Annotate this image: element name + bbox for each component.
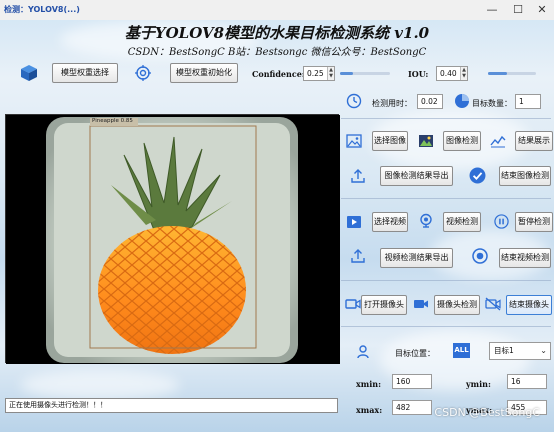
maximize-button[interactable]: ☐ <box>508 2 528 17</box>
camera-frame-image <box>6 115 340 364</box>
video-file-icon <box>347 216 361 228</box>
video-detect-icon <box>420 213 432 228</box>
model-cube-icon <box>21 65 37 81</box>
window-title: 检测：YOLOV8(...) <box>4 5 80 14</box>
iou-value: 0.40 <box>440 69 457 78</box>
select-video-button[interactable]: 选择视频 <box>372 212 408 232</box>
xmin-label: xmin: <box>356 379 382 389</box>
xmin-field: 160 <box>392 374 432 389</box>
app-title: 基于YOLOV8模型的水果目标检测系统 v1.0 <box>124 24 430 42</box>
spin-arrows-icon[interactable]: ▲ ▼ <box>460 67 467 80</box>
xmax-label: xmax: <box>356 405 383 415</box>
all-targets-badge: ALL <box>453 343 470 358</box>
spin-arrows-icon[interactable]: ▲ ▼ <box>327 67 334 80</box>
open-camera-button[interactable]: 打开摄像头 <box>361 295 407 315</box>
clock-icon <box>346 93 362 109</box>
camera-detect-icon <box>414 300 428 308</box>
iou-label: IOU: <box>408 69 429 79</box>
confidence-label: Confidence: <box>252 69 305 79</box>
watermark-text: CSDN @BestSongC <box>434 406 540 419</box>
init-model-button[interactable]: 模型权重初始化 <box>170 63 238 83</box>
export-icon <box>351 249 365 263</box>
count-label: 目标数量： <box>472 99 512 108</box>
image-detect-button[interactable]: 图像检测 <box>443 131 481 151</box>
export-image-result-button[interactable]: 图像检测结果导出 <box>380 166 453 186</box>
stop-camera-button[interactable]: 结束摄像头 <box>506 295 552 315</box>
section-divider <box>341 118 551 119</box>
confidence-spinbox[interactable]: 0.25 ▲ ▼ <box>303 66 335 81</box>
count-field: 1 <box>515 94 541 109</box>
section-divider <box>341 326 551 327</box>
time-label: 检测用时： <box>372 99 412 108</box>
pie-chart-icon <box>455 94 469 108</box>
iou-spinbox[interactable]: 0.40 ▲ ▼ <box>436 66 468 81</box>
export-video-result-button[interactable]: 视频检测结果导出 <box>380 248 453 268</box>
show-result-button[interactable]: 结果展示 <box>515 131 553 151</box>
check-circle-icon <box>469 167 486 184</box>
camera-off-icon <box>485 297 501 311</box>
select-model-button[interactable]: 模型权重选择 <box>52 63 118 83</box>
detection-display: Pineapple 0.85 <box>5 114 340 364</box>
window-titlebar: 检测：YOLOV8(...) — ☐ ✕ <box>0 0 554 20</box>
select-image-button[interactable]: 选择图像 <box>372 131 408 151</box>
target-position-label: 目标位置： <box>395 349 435 358</box>
pause-icon <box>494 214 509 229</box>
target-select[interactable]: 目标1 ⌄ <box>489 342 551 360</box>
image-icon <box>346 134 362 148</box>
close-button[interactable]: ✕ <box>532 2 552 17</box>
cloud-decoration <box>20 370 180 400</box>
app-subtitle: CSDN：BestSongC B站：Bestsongc 微信公众号：BestSo… <box>127 47 427 58</box>
target-settings-icon <box>135 65 151 81</box>
camera-icon <box>345 299 361 309</box>
xmax-field: 482 <box>392 400 432 415</box>
detection-box-label: Pineapple 0.85 <box>92 118 133 124</box>
section-divider <box>341 280 551 281</box>
video-detect-button[interactable]: 视频检测 <box>443 212 481 232</box>
stop-image-detect-button[interactable]: 结束图像检测 <box>499 166 551 186</box>
time-field: 0.02 <box>417 94 443 109</box>
export-icon <box>351 169 365 183</box>
camera-detect-button[interactable]: 摄像头检测 <box>434 295 480 315</box>
stop-circle-icon <box>472 248 488 264</box>
confidence-value: 0.25 <box>307 69 324 78</box>
chevron-down-icon: ⌄ <box>540 346 547 355</box>
minimize-button[interactable]: — <box>482 2 502 17</box>
section-divider <box>341 198 551 199</box>
status-bar: 正在使用摄像头进行检测！！！ <box>5 398 338 413</box>
ymin-field: 16 <box>507 374 547 389</box>
result-chart-icon <box>490 135 506 148</box>
image-detect-icon <box>419 135 433 147</box>
confidence-slider[interactable] <box>340 72 353 75</box>
location-person-icon <box>357 345 369 359</box>
iou-slider[interactable] <box>488 72 507 75</box>
ymin-label: ymin: <box>466 379 491 389</box>
pause-detect-button[interactable]: 暂停检测 <box>515 212 553 232</box>
target-select-value: 目标1 <box>494 346 514 355</box>
stop-video-detect-button[interactable]: 结束视频检测 <box>499 248 551 268</box>
